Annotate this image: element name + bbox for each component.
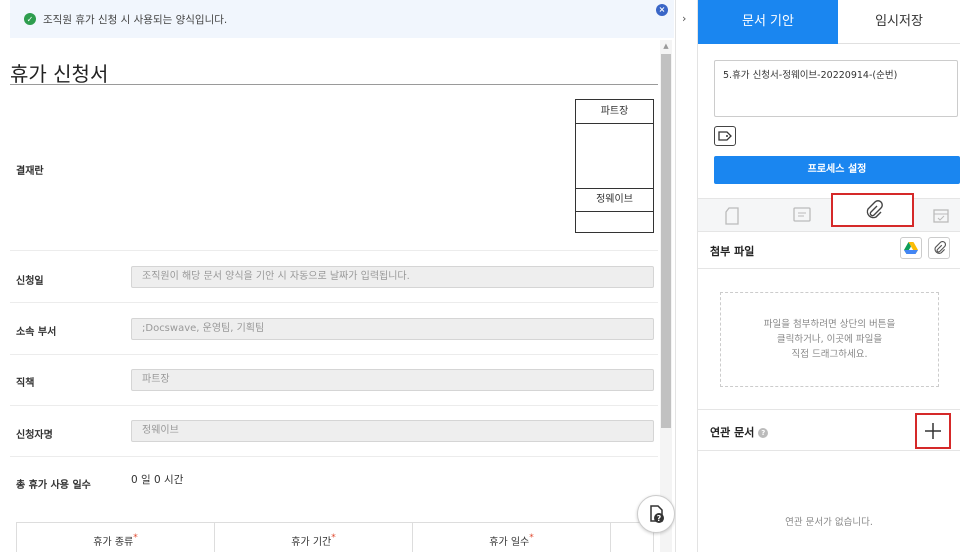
help-document-icon: ? [650,505,664,523]
department-input[interactable]: ;Docswave, 운영팀, 기획팀 [131,318,654,340]
document-icon[interactable] [724,207,740,229]
row-divider [10,405,658,406]
approval-box: 파트장 정웨이브 [575,99,654,233]
section-divider [698,450,960,451]
row-divider [10,456,658,457]
field-label-position: 직책 [16,378,35,389]
field-label-applicant: 신청자명 [16,430,53,441]
leave-type-header: 휴가 종류* [17,523,215,552]
form-panel: ✓ 조직원 휴가 신청 시 사용되는 양식입니다. × ▲ 휴가 신청서 결재란… [0,0,676,552]
tab-draft[interactable]: 문서 기안 [698,0,838,44]
help-button[interactable]: ? [637,495,675,533]
no-related-docs-text: 연관 문서가 없습니다. [785,517,873,528]
notice-banner: ✓ 조직원 휴가 신청 시 사용되는 양식입니다. [10,0,674,38]
paperclip-icon [934,241,946,254]
process-setting-button[interactable]: 프로세스 설정 [714,156,960,184]
tag-icon [718,131,732,141]
leave-table: 휴가 종류* 휴가 기간* 휴가 일수* [16,522,654,552]
panel-collapse-strip[interactable]: › [676,0,698,552]
paperclip-icon [866,200,883,219]
attach-file-button[interactable] [928,237,950,259]
total-days-value: 0 일 0 시간 [131,474,184,486]
side-panel: 문서 기안 임시저장 5.휴가 신청서-정웨이브-20220914-(순번) 프… [698,0,960,552]
leave-days-header: 휴가 일수* [413,523,611,552]
svg-text:?: ? [657,514,662,523]
approval-role: 파트장 [576,100,653,124]
related-docs-title: 연관 문서? [710,424,769,440]
comment-icon[interactable] [793,207,811,227]
calendar-icon[interactable] [933,207,949,227]
file-dropzone[interactable]: 파일을 첨부하려면 상단의 버튼을 클릭하거나, 이곳에 파일을 직접 드래그하… [720,292,939,387]
required-mark: * [529,533,534,543]
section-divider [698,268,960,269]
form-title: 휴가 신청서 [10,62,109,86]
row-divider [10,354,658,355]
check-circle-icon: ✓ [24,13,36,25]
field-label-department: 소속 부서 [16,327,57,338]
scroll-up-arrow-icon[interactable]: ▲ [660,40,672,52]
plus-icon [925,423,941,439]
field-label-total-days: 총 휴가 사용 일수 [16,480,91,491]
title-divider [10,84,658,85]
scrollbar-thumb[interactable] [661,54,671,428]
google-drive-button[interactable] [900,237,922,259]
tag-button[interactable] [714,126,736,146]
approval-approver: 정웨이브 [576,188,653,212]
applicant-input[interactable]: 정웨이브 [131,420,654,442]
side-tabs: 문서 기안 임시저장 [698,0,960,44]
help-circle-icon[interactable]: ? [758,428,769,438]
section-divider [698,409,960,410]
tab-temp-save[interactable]: 임시저장 [838,0,960,44]
app-root: ✓ 조직원 휴가 신청 시 사용되는 양식입니다. × ▲ 휴가 신청서 결재란… [0,0,960,552]
doc-name-field[interactable]: 5.휴가 신청서-정웨이브-20220914-(순번) [714,60,958,117]
leave-period-header: 휴가 기간* [215,523,413,552]
chevron-right-icon[interactable]: › [682,12,686,25]
close-icon[interactable]: × [656,4,668,16]
paperclip-tab-highlighted[interactable] [831,193,914,227]
required-mark: * [331,533,336,543]
field-label-apply-date: 신청일 [16,276,44,287]
row-divider [10,302,658,303]
notice-text: 조직원 휴가 신청 시 사용되는 양식입니다. [43,13,228,26]
position-input[interactable]: 파트장 [131,369,654,391]
add-related-doc-button[interactable] [915,413,951,449]
panel-icon-tabs [698,198,960,232]
apply-date-input[interactable]: 조직원이 해당 문서 양식을 기안 시 자동으로 날짜가 입력됩니다. [131,266,654,288]
attachments-title: 첨부 파일 [710,245,755,258]
required-mark: * [133,533,138,543]
google-drive-icon [904,242,918,254]
row-divider [10,250,658,251]
approval-label: 결재란 [16,166,44,177]
